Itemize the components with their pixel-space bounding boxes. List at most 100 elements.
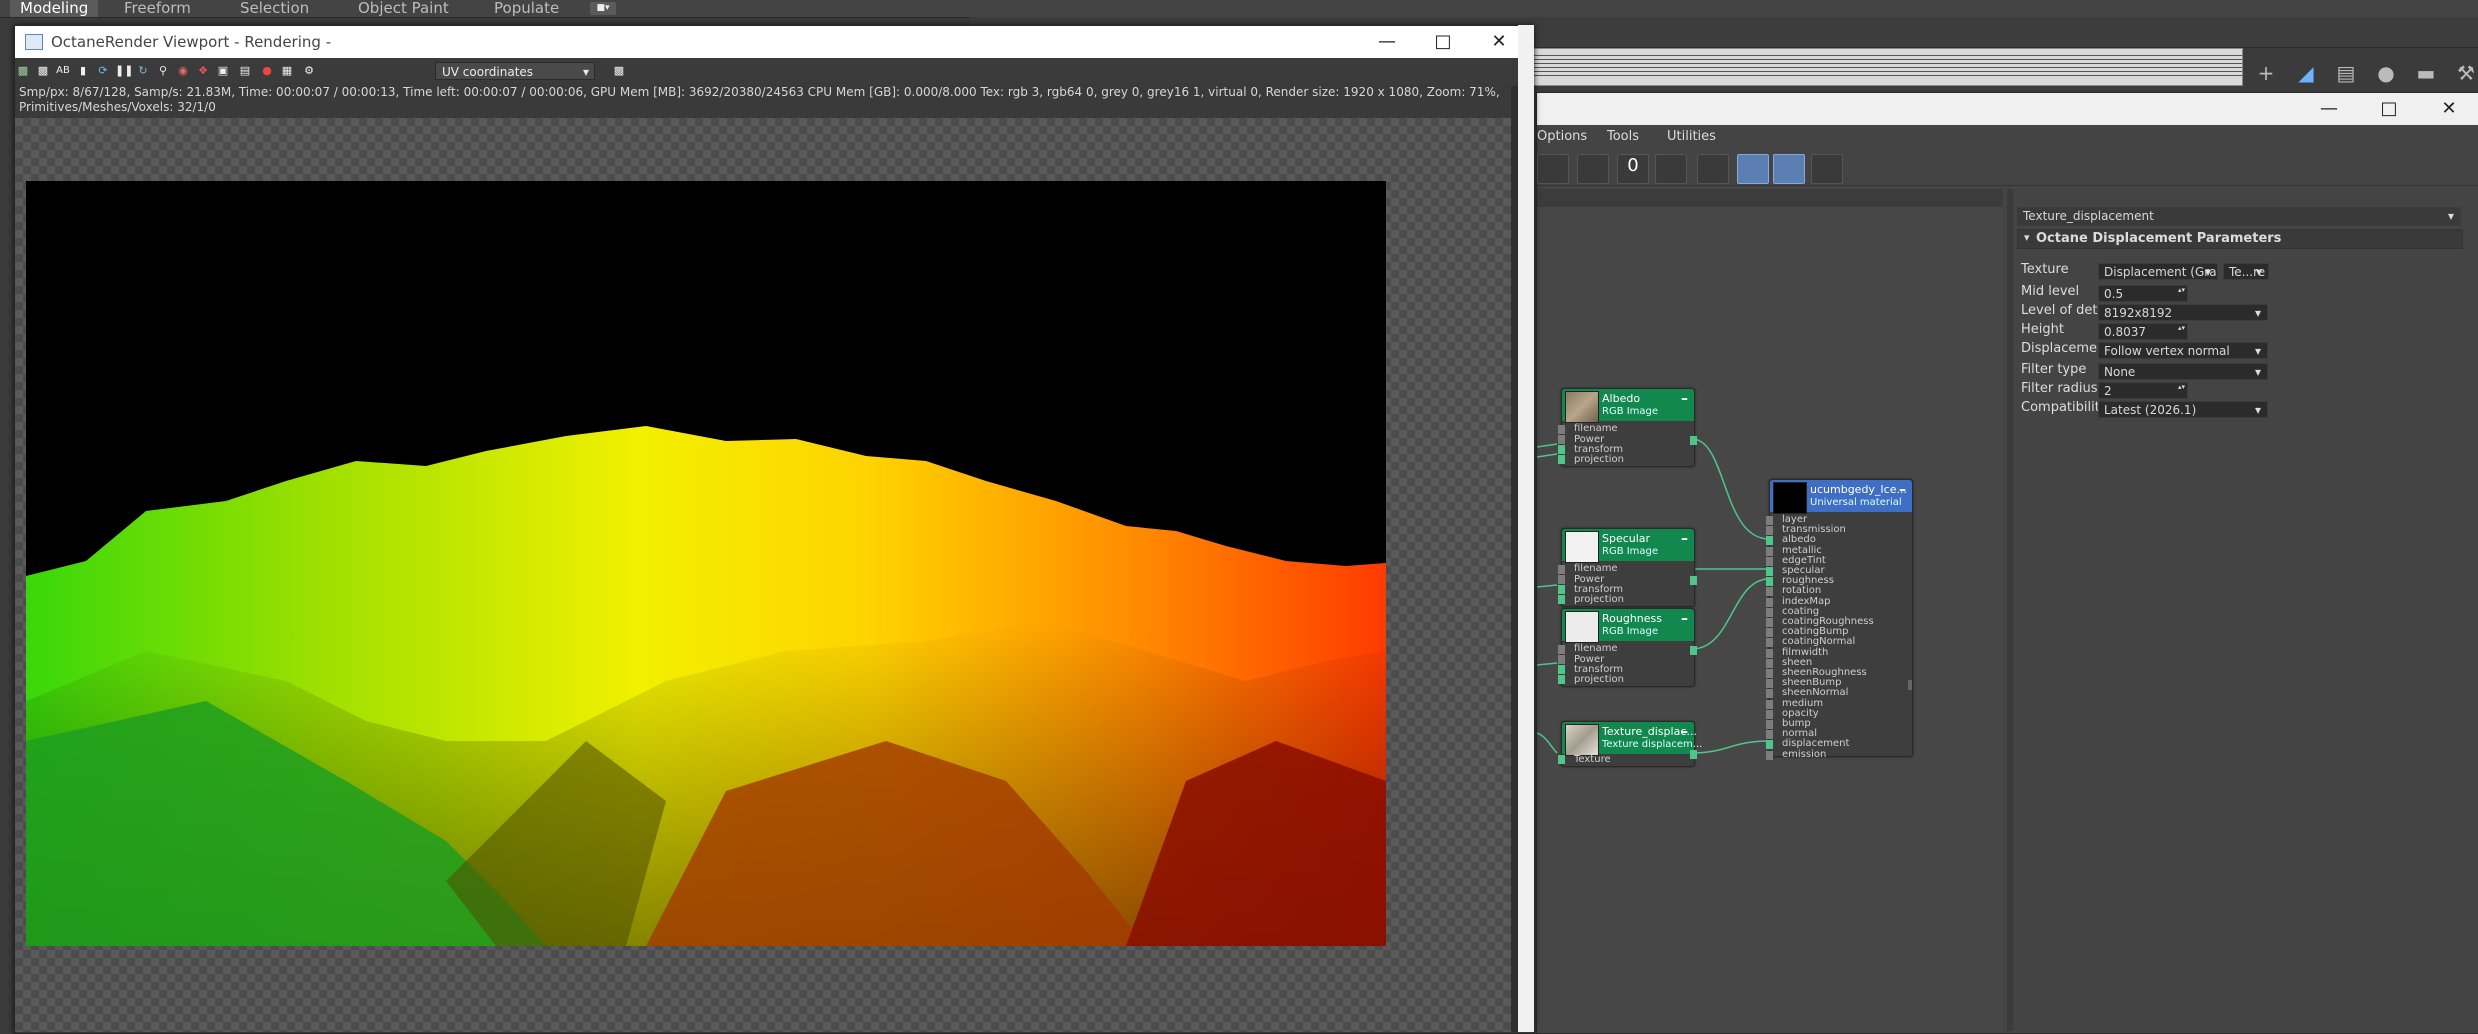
output-socket[interactable] [1690,576,1697,585]
socket[interactable] [1558,455,1565,464]
zero-icon[interactable]: 0 [1617,154,1649,184]
grid-view-icon[interactable] [1773,154,1805,184]
render-image[interactable] [26,181,1386,946]
socket[interactable] [1558,755,1565,764]
socket[interactable] [1558,665,1565,674]
display-settings-icon[interactable]: ▦ [279,64,295,78]
settings-gear-icon[interactable]: ⚙ [301,64,317,78]
output-socket[interactable] [1690,646,1697,655]
socket[interactable] [1558,575,1565,584]
sphere-icon[interactable] [1537,154,1569,184]
hierarchy-layout-icon[interactable] [1697,154,1729,184]
plus-icon[interactable]: + [2253,60,2279,86]
material-input-socket[interactable] [1766,750,1773,760]
ribbon-tab-freeform[interactable]: Freeform [114,0,201,17]
material-input-socket[interactable] [1766,648,1773,658]
copy-icon[interactable]: ▩ [35,64,51,78]
socket[interactable] [1558,425,1565,434]
socket[interactable] [1558,565,1565,574]
ribbon-tab-selection[interactable]: Selection [230,0,319,17]
render-kernel-select[interactable]: UV coordinates [435,62,595,81]
record-icon[interactable]: ● [259,64,275,78]
socket[interactable] [1558,595,1565,604]
material-input-socket[interactable] [1766,516,1773,525]
ribbon-tab-object-paint[interactable]: Object Paint [348,0,459,17]
param-value[interactable]: 0.5 [2098,285,2188,302]
material-input-socket[interactable] [1766,679,1773,689]
track-bar[interactable] [1533,48,2243,86]
film-region-icon[interactable]: ▣ [215,64,231,78]
socket[interactable] [1558,655,1565,664]
material-input-socket[interactable] [1766,567,1773,576]
material-input-socket[interactable] [1766,526,1773,536]
minimize-node-icon[interactable]: – [1681,724,1688,740]
material-input-socket[interactable] [1766,546,1773,556]
output-socket[interactable] [1908,680,1912,690]
maximize-icon[interactable]: □ [2359,93,2419,125]
socket[interactable] [1558,445,1565,454]
specular-node[interactable]: Specular RGB Image – filename Power tran… [1558,528,1697,607]
ab-compare-icon[interactable]: AB [55,64,71,78]
material-input-socket[interactable] [1766,740,1773,750]
param-value[interactable]: Follow vertex normal [2098,342,2268,359]
material-input-socket[interactable] [1766,577,1773,587]
param-value[interactable]: 2 [2098,382,2188,399]
output-socket[interactable] [1690,436,1697,445]
material-input-socket[interactable] [1766,556,1773,566]
list-view-icon[interactable] [1737,154,1769,184]
param-value[interactable]: 8192x8192 [2098,304,2268,321]
socket[interactable] [1558,585,1565,594]
material-input-socket[interactable] [1766,536,1773,546]
refresh-icon[interactable]: ↻ [135,64,151,78]
material-input-socket[interactable] [1766,699,1773,709]
display-icon[interactable]: ▬ [2413,60,2439,86]
kernel-options-icon[interactable]: ▩ [611,64,627,78]
minimize-node-icon[interactable]: – [1681,611,1688,627]
output-socket[interactable] [1690,750,1697,759]
checker-icon[interactable] [1577,154,1609,184]
hierarchy-icon[interactable]: ▤ [2333,60,2359,86]
minimize-node-icon[interactable]: – [1681,531,1688,547]
background-icon[interactable] [1811,154,1843,184]
material-input-socket[interactable] [1766,607,1773,617]
menu-options[interactable]: Options [1537,126,1587,148]
region-render-icon[interactable]: ⚲ [155,64,171,78]
minimize-node-icon[interactable]: – [1681,391,1688,407]
clear-icon[interactable]: ▮ [75,64,91,78]
restart-icon[interactable]: ⟳ [95,64,111,78]
universal-material-node[interactable]: ucumbgedy_Ice... Universal material – la… [1766,479,1913,760]
material-input-socket[interactable] [1766,597,1773,607]
material-input-socket[interactable] [1766,618,1773,627]
utilities-icon[interactable]: ⚒ [2453,60,2478,86]
texture-type-dropdown[interactable]: Te...re [2223,263,2269,280]
color-picker-icon[interactable]: ◉ [175,64,191,78]
motion-icon[interactable]: ● [2373,60,2399,86]
param-value[interactable]: None [2098,363,2268,380]
ribbon-tab-modeling[interactable]: Modeling [10,0,99,17]
camera-lock-icon[interactable]: ▤ [237,64,253,78]
minimize-node-icon[interactable]: – [1899,482,1906,498]
node-name-dropdown[interactable]: Texture_displacement [2017,207,2461,226]
node-view[interactable]: Albedo RGB Image – filename Power transf… [1537,207,2003,1033]
minimize-icon[interactable]: — [1357,26,1417,58]
socket[interactable] [1558,645,1565,654]
ribbon-tab-populate[interactable]: Populate [484,0,569,17]
minimize-icon[interactable]: — [2299,93,2359,125]
focus-picker-icon[interactable]: ❖ [195,64,211,78]
rollout-header[interactable]: ▾ Octane Displacement Parameters [2017,229,2463,249]
menu-utilities[interactable]: Utilities [1667,126,1716,148]
camera-dropdown-icon[interactable]: ■▾ [590,2,616,15]
socket[interactable] [1558,675,1565,684]
material-input-socket[interactable] [1766,658,1773,668]
material-input-socket[interactable] [1766,628,1773,638]
material-input-socket[interactable] [1766,730,1773,740]
texture-displacement-node[interactable]: Texture_displac... Texture displacem... … [1558,721,1702,767]
material-input-socket[interactable] [1766,689,1773,699]
material-input-socket[interactable] [1766,720,1773,729]
socket[interactable] [1558,435,1565,444]
material-input-socket[interactable] [1766,638,1773,648]
material-input-socket[interactable] [1766,709,1773,719]
material-input-socket[interactable] [1766,669,1773,678]
layout-icon[interactable] [1655,154,1687,184]
param-value[interactable]: 0.8037 [2098,323,2188,340]
